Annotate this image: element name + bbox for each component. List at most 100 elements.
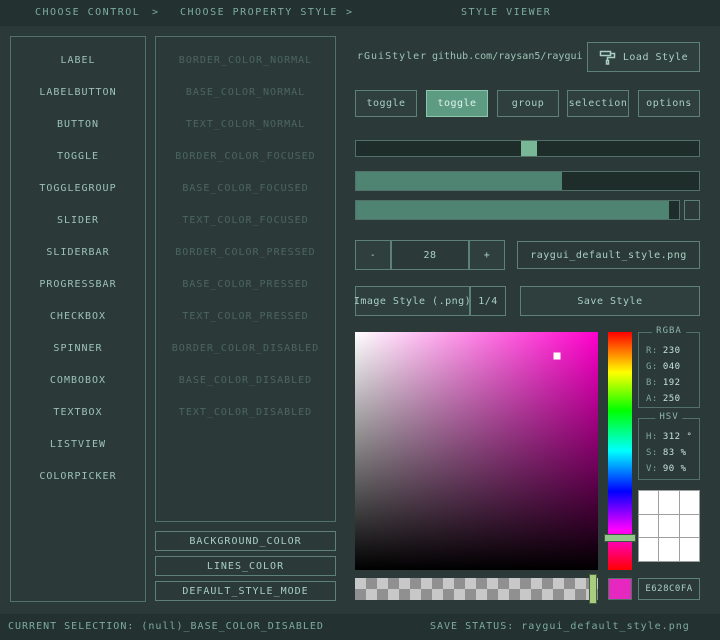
hsv-h-value: 312 ° [663, 432, 693, 442]
grid-cell[interactable] [680, 491, 699, 514]
rgba-r-label: R: [646, 346, 658, 356]
rgba-r-value: 230 [663, 346, 681, 356]
slider-bar[interactable] [355, 171, 700, 191]
property-item[interactable]: BASE_COLOR_PRESSED [156, 269, 335, 301]
top-bar: CHOOSE CONTROL > CHOOSE PROPERTY STYLE >… [0, 0, 720, 26]
rgba-b-value: 192 [663, 378, 681, 388]
hsv-s-label: S: [646, 448, 658, 458]
image-style-button[interactable]: Image Style (.png) [355, 286, 470, 316]
control-item-combobox[interactable]: COMBOBOX [11, 365, 145, 397]
paint-roller-icon [599, 50, 616, 65]
rgba-a-value: 250 [663, 394, 681, 404]
save-style-button[interactable]: Save Style [520, 286, 700, 316]
alpha-slider[interactable] [355, 578, 598, 600]
control-item-textbox[interactable]: TEXTBOX [11, 397, 145, 429]
grid-cell[interactable] [639, 491, 658, 514]
hsv-title: HSV [655, 412, 682, 422]
hsv-h-label: H: [646, 432, 658, 442]
rgba-g-label: G: [646, 362, 658, 372]
property-item[interactable]: BORDER_COLOR_PRESSED [156, 237, 335, 269]
texture-ratio-button[interactable]: 1/4 [470, 286, 506, 316]
hex-value-textbox[interactable]: E628C0FA [638, 578, 700, 600]
grid-cell[interactable] [680, 538, 699, 561]
toggle-button[interactable]: selection [567, 90, 629, 117]
toggle-button[interactable]: group [497, 90, 559, 117]
checkbox[interactable] [684, 200, 700, 220]
toggle-button[interactable]: toggle [426, 90, 488, 117]
rgba-groupbox: RGBA R:230 G:040 B:192 A:250 [638, 332, 700, 408]
control-item-sliderbar[interactable]: SLIDERBAR [11, 237, 145, 269]
control-item-button[interactable]: BUTTON [11, 109, 145, 141]
topbar-choose-property-style: CHOOSE PROPERTY STYLE [180, 0, 338, 26]
color-picker-cursor[interactable] [553, 352, 560, 359]
lines-color-button[interactable]: LINES_COLOR [155, 556, 336, 576]
current-selection-status: CURRENT SELECTION: (null)_BASE_COLOR_DIS… [8, 614, 324, 640]
control-item-progressbar[interactable]: PROGRESSBAR [11, 269, 145, 301]
control-item-label[interactable]: LABEL [11, 45, 145, 77]
spinner-value[interactable]: 28 [391, 240, 469, 270]
control-item-toggle[interactable]: TOGGLE [11, 141, 145, 173]
property-item[interactable]: BASE_COLOR_NORMAL [156, 77, 335, 109]
filename-textbox[interactable]: raygui_default_style.png [517, 241, 700, 269]
topbar-choose-control: CHOOSE CONTROL [35, 0, 140, 26]
save-status: SAVE STATUS: raygui_default_style.png [430, 614, 690, 640]
property-item[interactable]: BASE_COLOR_DISABLED [156, 365, 335, 397]
control-item-listview[interactable]: LISTVIEW [11, 429, 145, 461]
slider-bar-fill [356, 172, 562, 190]
rgba-a-label: A: [646, 394, 658, 404]
control-item-labelbutton[interactable]: LABELBUTTON [11, 77, 145, 109]
grid-cell[interactable] [680, 515, 699, 538]
control-item-checkbox[interactable]: CHECKBOX [11, 301, 145, 333]
property-item[interactable]: BORDER_COLOR_FOCUSED [156, 141, 335, 173]
spinner-decrease-button[interactable]: - [355, 240, 391, 270]
style-color-grid[interactable] [638, 490, 700, 562]
progress-bar [355, 200, 680, 220]
property-item[interactable]: TEXT_COLOR_NORMAL [156, 109, 335, 141]
repo-link[interactable]: github.com/raysan5/raygui [432, 42, 583, 72]
property-item[interactable]: TEXT_COLOR_DISABLED [156, 397, 335, 429]
status-bar: CURRENT SELECTION: (null)_BASE_COLOR_DIS… [0, 614, 720, 640]
property-item[interactable]: TEXT_COLOR_PRESSED [156, 301, 335, 333]
background-color-button[interactable]: BACKGROUND_COLOR [155, 531, 336, 551]
grid-cell[interactable] [639, 538, 658, 561]
control-item-slider[interactable]: SLIDER [11, 205, 145, 237]
control-item-spinner[interactable]: SPINNER [11, 333, 145, 365]
hsv-v-value: 90 % [663, 464, 687, 474]
hsv-groupbox: HSV H:312 ° S:83 % V:90 % [638, 418, 700, 480]
chevron-separator-icon: > [346, 0, 354, 26]
alpha-handle[interactable] [589, 574, 597, 604]
property-style-list: BORDER_COLOR_NORMAL BASE_COLOR_NORMAL TE… [155, 36, 336, 522]
toggle-button[interactable]: toggle [355, 90, 417, 117]
hue-handle[interactable] [604, 534, 636, 542]
controls-list: LABEL LABELBUTTON BUTTON TOGGLE TOGGLEGR… [10, 36, 146, 602]
grid-cell[interactable] [639, 515, 658, 538]
spinner-increase-button[interactable]: + [469, 240, 505, 270]
rgba-g-value: 040 [663, 362, 681, 372]
hsv-v-label: V: [646, 464, 658, 474]
chevron-separator-icon: > [152, 0, 160, 26]
rgba-b-label: B: [646, 378, 658, 388]
property-item[interactable]: BORDER_COLOR_NORMAL [156, 45, 335, 77]
hue-bar[interactable] [608, 332, 632, 570]
grid-cell[interactable] [659, 491, 678, 514]
control-item-colorpicker[interactable]: COLORPICKER [11, 461, 145, 493]
hsv-s-value: 83 % [663, 448, 687, 458]
app-title: rGuiStyler [357, 42, 427, 72]
default-style-mode-button[interactable]: DEFAULT_STYLE_MODE [155, 581, 336, 601]
slider[interactable] [355, 140, 700, 157]
current-color-swatch [608, 578, 632, 600]
progress-bar-fill [356, 201, 669, 219]
property-item[interactable]: BASE_COLOR_FOCUSED [156, 173, 335, 205]
load-style-button[interactable]: Load Style [587, 42, 700, 72]
grid-cell[interactable] [659, 538, 678, 561]
property-item[interactable]: BORDER_COLOR_DISABLED [156, 333, 335, 365]
rguistyler-window: CHOOSE CONTROL > CHOOSE PROPERTY STYLE >… [0, 0, 720, 640]
property-item[interactable]: TEXT_COLOR_FOCUSED [156, 205, 335, 237]
toggle-button[interactable]: options [638, 90, 700, 117]
control-item-togglegroup[interactable]: TOGGLEGROUP [11, 173, 145, 205]
color-picker-gradient[interactable] [355, 332, 598, 570]
grid-cell[interactable] [659, 515, 678, 538]
slider-handle[interactable] [521, 141, 537, 156]
load-style-label: Load Style [623, 52, 688, 63]
topbar-style-viewer: STYLE VIEWER [461, 0, 551, 26]
